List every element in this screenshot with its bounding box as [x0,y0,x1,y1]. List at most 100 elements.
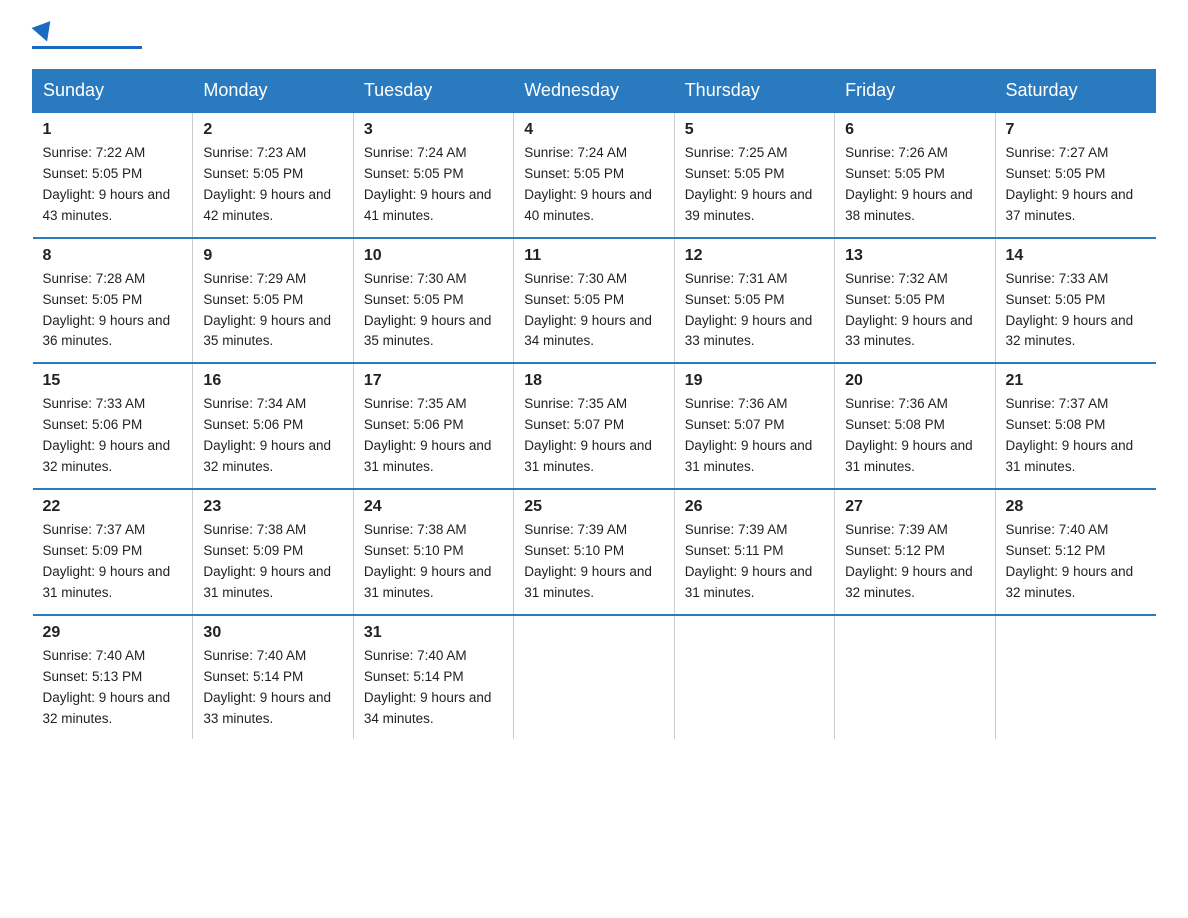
table-row: 25 Sunrise: 7:39 AMSunset: 5:10 PMDaylig… [514,489,674,615]
day-number: 27 [845,498,984,516]
weekday-header-row: SundayMondayTuesdayWednesdayThursdayFrid… [33,70,1156,113]
table-row: 18 Sunrise: 7:35 AMSunset: 5:07 PMDaylig… [514,363,674,489]
day-info: Sunrise: 7:40 AMSunset: 5:13 PMDaylight:… [43,648,171,726]
day-info: Sunrise: 7:35 AMSunset: 5:07 PMDaylight:… [524,396,652,474]
day-info: Sunrise: 7:30 AMSunset: 5:05 PMDaylight:… [364,271,492,349]
day-number: 26 [685,498,824,516]
table-row [835,615,995,740]
day-number: 9 [203,247,342,265]
day-number: 16 [203,372,342,390]
day-info: Sunrise: 7:31 AMSunset: 5:05 PMDaylight:… [685,271,813,349]
day-number: 15 [43,372,183,390]
table-row: 28 Sunrise: 7:40 AMSunset: 5:12 PMDaylig… [995,489,1155,615]
day-number: 8 [43,247,183,265]
table-row: 10 Sunrise: 7:30 AMSunset: 5:05 PMDaylig… [353,238,513,364]
table-row: 8 Sunrise: 7:28 AMSunset: 5:05 PMDayligh… [33,238,193,364]
day-number: 2 [203,121,342,139]
day-number: 5 [685,121,824,139]
day-info: Sunrise: 7:25 AMSunset: 5:05 PMDaylight:… [685,145,813,223]
table-row: 21 Sunrise: 7:37 AMSunset: 5:08 PMDaylig… [995,363,1155,489]
day-number: 23 [203,498,342,516]
page-header [32,24,1156,49]
table-row: 17 Sunrise: 7:35 AMSunset: 5:06 PMDaylig… [353,363,513,489]
day-info: Sunrise: 7:34 AMSunset: 5:06 PMDaylight:… [203,396,331,474]
day-info: Sunrise: 7:38 AMSunset: 5:09 PMDaylight:… [203,522,331,600]
table-row: 7 Sunrise: 7:27 AMSunset: 5:05 PMDayligh… [995,112,1155,238]
table-row: 31 Sunrise: 7:40 AMSunset: 5:14 PMDaylig… [353,615,513,740]
day-number: 10 [364,247,503,265]
day-number: 11 [524,247,663,265]
table-row: 22 Sunrise: 7:37 AMSunset: 5:09 PMDaylig… [33,489,193,615]
table-row: 9 Sunrise: 7:29 AMSunset: 5:05 PMDayligh… [193,238,353,364]
table-row [674,615,834,740]
day-number: 29 [43,624,183,642]
day-number: 28 [1006,498,1146,516]
day-number: 14 [1006,247,1146,265]
day-number: 17 [364,372,503,390]
day-info: Sunrise: 7:37 AMSunset: 5:08 PMDaylight:… [1006,396,1134,474]
table-row: 16 Sunrise: 7:34 AMSunset: 5:06 PMDaylig… [193,363,353,489]
day-number: 24 [364,498,503,516]
day-number: 13 [845,247,984,265]
table-row [995,615,1155,740]
day-info: Sunrise: 7:36 AMSunset: 5:07 PMDaylight:… [685,396,813,474]
table-row: 15 Sunrise: 7:33 AMSunset: 5:06 PMDaylig… [33,363,193,489]
day-info: Sunrise: 7:23 AMSunset: 5:05 PMDaylight:… [203,145,331,223]
day-info: Sunrise: 7:40 AMSunset: 5:14 PMDaylight:… [203,648,331,726]
day-info: Sunrise: 7:24 AMSunset: 5:05 PMDaylight:… [524,145,652,223]
day-number: 21 [1006,372,1146,390]
calendar-week-row-1: 1 Sunrise: 7:22 AMSunset: 5:05 PMDayligh… [33,112,1156,238]
table-row: 14 Sunrise: 7:33 AMSunset: 5:05 PMDaylig… [995,238,1155,364]
calendar-header: SundayMondayTuesdayWednesdayThursdayFrid… [33,70,1156,113]
day-info: Sunrise: 7:37 AMSunset: 5:09 PMDaylight:… [43,522,171,600]
table-row: 11 Sunrise: 7:30 AMSunset: 5:05 PMDaylig… [514,238,674,364]
table-row: 12 Sunrise: 7:31 AMSunset: 5:05 PMDaylig… [674,238,834,364]
table-row: 24 Sunrise: 7:38 AMSunset: 5:10 PMDaylig… [353,489,513,615]
table-row: 4 Sunrise: 7:24 AMSunset: 5:05 PMDayligh… [514,112,674,238]
day-info: Sunrise: 7:38 AMSunset: 5:10 PMDaylight:… [364,522,492,600]
table-row: 5 Sunrise: 7:25 AMSunset: 5:05 PMDayligh… [674,112,834,238]
day-number: 20 [845,372,984,390]
calendar-week-row-4: 22 Sunrise: 7:37 AMSunset: 5:09 PMDaylig… [33,489,1156,615]
table-row: 20 Sunrise: 7:36 AMSunset: 5:08 PMDaylig… [835,363,995,489]
weekday-header-monday: Monday [193,70,353,113]
day-info: Sunrise: 7:30 AMSunset: 5:05 PMDaylight:… [524,271,652,349]
day-info: Sunrise: 7:28 AMSunset: 5:05 PMDaylight:… [43,271,171,349]
day-number: 4 [524,121,663,139]
day-number: 22 [43,498,183,516]
day-info: Sunrise: 7:39 AMSunset: 5:11 PMDaylight:… [685,522,813,600]
day-number: 25 [524,498,663,516]
day-info: Sunrise: 7:33 AMSunset: 5:05 PMDaylight:… [1006,271,1134,349]
day-number: 7 [1006,121,1146,139]
day-info: Sunrise: 7:22 AMSunset: 5:05 PMDaylight:… [43,145,171,223]
calendar-body: 1 Sunrise: 7:22 AMSunset: 5:05 PMDayligh… [33,112,1156,739]
table-row: 13 Sunrise: 7:32 AMSunset: 5:05 PMDaylig… [835,238,995,364]
table-row: 29 Sunrise: 7:40 AMSunset: 5:13 PMDaylig… [33,615,193,740]
day-info: Sunrise: 7:27 AMSunset: 5:05 PMDaylight:… [1006,145,1134,223]
day-info: Sunrise: 7:40 AMSunset: 5:12 PMDaylight:… [1006,522,1134,600]
logo [32,24,142,49]
table-row: 26 Sunrise: 7:39 AMSunset: 5:11 PMDaylig… [674,489,834,615]
calendar-table: SundayMondayTuesdayWednesdayThursdayFrid… [32,69,1156,739]
day-number: 6 [845,121,984,139]
weekday-header-thursday: Thursday [674,70,834,113]
table-row: 2 Sunrise: 7:23 AMSunset: 5:05 PMDayligh… [193,112,353,238]
weekday-header-tuesday: Tuesday [353,70,513,113]
day-info: Sunrise: 7:39 AMSunset: 5:12 PMDaylight:… [845,522,973,600]
weekday-header-wednesday: Wednesday [514,70,674,113]
weekday-header-sunday: Sunday [33,70,193,113]
table-row: 3 Sunrise: 7:24 AMSunset: 5:05 PMDayligh… [353,112,513,238]
weekday-header-friday: Friday [835,70,995,113]
calendar-week-row-2: 8 Sunrise: 7:28 AMSunset: 5:05 PMDayligh… [33,238,1156,364]
day-number: 19 [685,372,824,390]
weekday-header-saturday: Saturday [995,70,1155,113]
logo-blue-text [32,24,54,42]
logo-underline [32,46,142,49]
day-info: Sunrise: 7:36 AMSunset: 5:08 PMDaylight:… [845,396,973,474]
table-row [514,615,674,740]
table-row: 30 Sunrise: 7:40 AMSunset: 5:14 PMDaylig… [193,615,353,740]
day-number: 1 [43,121,183,139]
day-info: Sunrise: 7:24 AMSunset: 5:05 PMDaylight:… [364,145,492,223]
table-row: 19 Sunrise: 7:36 AMSunset: 5:07 PMDaylig… [674,363,834,489]
calendar-week-row-5: 29 Sunrise: 7:40 AMSunset: 5:13 PMDaylig… [33,615,1156,740]
